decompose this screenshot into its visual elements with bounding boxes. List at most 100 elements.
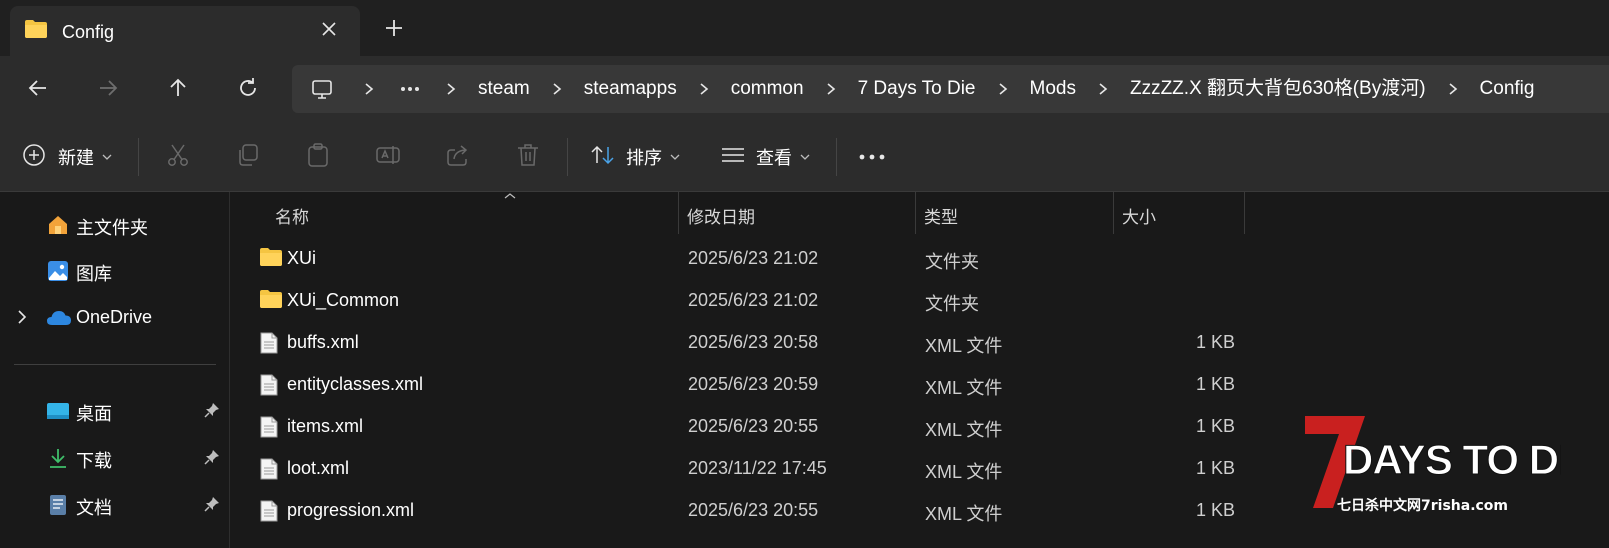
file-size: 1 KB [1195,332,1235,352]
svg-text:七日杀中文网7risha.com: 七日杀中文网7risha.com [1337,497,1508,514]
xml-file-icon [259,415,279,444]
file-row[interactable]: XUi 2025/6/23 21:02 文件夹 [231,237,1609,279]
sort-arrows-icon [590,143,616,172]
share-button[interactable] [445,139,471,175]
file-date-modified: 2025/6/23 20:58 [688,332,819,352]
file-name: entityclasses.xml [287,374,424,394]
folder-icon [259,247,283,272]
up-arrow-icon[interactable] [158,70,198,106]
tab-bar: Config [0,0,1609,56]
chevron-right-icon[interactable] [687,65,721,113]
file-size: 1 KB [1195,458,1235,478]
chevron-right-icon[interactable] [434,65,468,113]
forward-arrow-icon[interactable] [88,70,128,106]
view-button-label: 查看 [756,148,792,168]
file-type: XML 文件 [925,504,1003,524]
desktop-icon [46,399,70,423]
sort-button[interactable]: 排序 [590,139,680,175]
back-arrow-icon[interactable] [18,70,58,106]
more-options-icon [858,148,886,166]
file-size: 1 KB [1195,500,1235,520]
file-date-modified: 2025/6/23 20:55 [688,416,819,436]
column-header-label: 修改日期 [687,208,755,227]
xml-file-icon [259,373,279,402]
pin-icon[interactable] [204,496,220,517]
address-bar[interactable]: steam steamapps common 7 Days To Die Mod… [292,65,1609,113]
xml-file-icon [259,499,279,528]
file-row[interactable]: buffs.xml 2025/6/23 20:58 XML 文件 1 KB [231,321,1609,363]
sidebar-item-downloads[interactable]: 下载 [0,437,230,477]
rename-button[interactable] [375,139,401,175]
column-header-label: 大小 [1122,208,1156,227]
chevron-down-icon [670,148,680,166]
navigation-pane: 主文件夹 图库 OneDrive 桌面 下载 文档 [0,192,230,548]
breadcrumb-mod-folder[interactable]: ZzzZZ.X 翻页大背包630格(By渡河) [1120,65,1436,113]
pin-icon[interactable] [204,449,220,470]
file-date-modified: 2025/6/23 21:02 [688,290,819,310]
xml-file-icon [259,457,279,486]
list-view-icon [720,144,746,171]
divider [567,138,568,176]
breadcrumb-config[interactable]: Config [1470,65,1545,113]
tab-config[interactable]: Config [10,6,360,56]
file-name: progression.xml [287,500,415,520]
paste-button[interactable] [305,139,331,175]
sidebar-item-documents[interactable]: 文档 [0,484,230,524]
breadcrumb-7-days-to-die[interactable]: 7 Days To Die [848,65,986,113]
sidebar-item-label: 主文件夹 [76,218,148,238]
breadcrumb-steam[interactable]: steam [468,65,540,113]
sidebar-item-home[interactable]: 主文件夹 [0,204,230,244]
file-date-modified: 2025/6/23 20:59 [688,374,819,394]
refresh-icon[interactable] [228,70,268,106]
file-type: XML 文件 [925,420,1003,440]
sidebar-item-gallery[interactable]: 图库 [0,250,230,290]
pin-icon[interactable] [204,402,220,423]
breadcrumb-steamapps[interactable]: steamapps [574,65,687,113]
chevron-right-icon[interactable] [540,65,574,113]
command-bar: 新建 排序 查看 [0,122,1609,192]
svg-text:DAYS TO DIE: DAYS TO DIE [1343,436,1561,483]
new-tab-plus-icon[interactable] [378,12,410,44]
chevron-right-icon[interactable] [352,65,386,113]
file-type: XML 文件 [925,336,1003,356]
chevron-right-icon[interactable] [814,65,848,113]
file-name: XUi [287,248,317,268]
column-header-type[interactable]: 类型 [916,192,1114,234]
column-header-modified[interactable]: 修改日期 [679,192,916,234]
more-options-button[interactable] [858,139,886,175]
sidebar-divider [14,364,216,365]
trash-icon [515,142,541,173]
chevron-right-icon[interactable] [1086,65,1120,113]
more-path-icon[interactable] [386,65,434,113]
chevron-right-icon[interactable] [1436,65,1470,113]
sidebar-item-label: OneDrive [76,307,153,327]
download-icon [46,446,70,470]
new-button[interactable]: 新建 [22,139,112,175]
sort-button-label: 排序 [626,148,662,168]
column-header-name[interactable]: 名称 [267,192,679,234]
tab-title: Config [62,22,115,42]
computer-icon[interactable] [292,65,352,113]
delete-button[interactable] [515,139,541,175]
sidebar-item-desktop[interactable]: 桌面 [0,390,230,430]
cut-button[interactable] [165,139,191,175]
copy-button[interactable] [235,139,261,175]
chevron-right-icon[interactable] [16,309,28,330]
clipboard-icon [305,142,331,173]
close-icon[interactable] [316,16,342,42]
breadcrumb-mods[interactable]: Mods [1020,65,1086,113]
column-header-size[interactable]: 大小 [1114,192,1245,234]
sort-ascending-icon [504,193,516,199]
chevron-right-icon[interactable] [986,65,1020,113]
file-row[interactable]: XUi_Common 2025/6/23 21:02 文件夹 [231,279,1609,321]
sidebar-item-onedrive[interactable]: OneDrive [0,297,230,337]
view-button[interactable]: 查看 [720,139,810,175]
share-icon [445,142,471,173]
file-row[interactable]: entityclasses.xml 2025/6/23 20:59 XML 文件 1 … [231,363,1609,405]
add-circle-icon [22,143,46,172]
folder-icon [24,19,48,44]
breadcrumb-common[interactable]: common [721,65,814,113]
xml-file-icon [259,331,279,360]
file-date-modified: 2025/6/23 20:55 [688,500,819,520]
rename-icon [375,142,401,173]
